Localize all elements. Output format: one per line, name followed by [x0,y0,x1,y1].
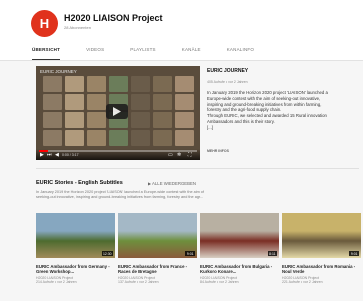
mosaic-tile [87,76,106,92]
description-line: [...] [207,124,213,130]
fullscreen-icon[interactable]: ⛶ [188,153,192,158]
featured-video-meta: 405 Aufrufe • vor 2 Jahren [207,80,248,84]
mosaic-tile [87,94,106,110]
video-duration: 9:01 [185,251,195,256]
tab-videos[interactable]: VIDEOS [86,42,104,59]
video-title[interactable]: EURIC Ambassador from Germany - Green Wo… [36,264,115,275]
mosaic-tile [87,130,106,146]
video-card[interactable]: 12:30 EURIC Ambassador from Germany - Gr… [36,213,115,285]
video-card[interactable]: 9:01 EURIC Ambassador from Romania - Nou… [282,213,361,285]
play-all-button[interactable]: ▶ ALLE WIEDERGEBEN [148,181,196,186]
video-meta: 84 Aufrufe • vor 2 Jahren [200,280,239,285]
play-button[interactable] [106,104,128,119]
mosaic-tile [131,76,150,92]
video-duration: 8:11 [267,251,277,256]
progress-bar[interactable] [39,150,197,152]
mosaic-tile [175,112,194,128]
channel-avatar[interactable]: H [31,10,58,37]
settings-icon[interactable]: ✲ [177,153,181,158]
video-meta: 221 Aufrufe • vor 2 Jahren [282,280,323,285]
playlist-description: In January 2019 the Horizon 2020 project… [36,190,356,201]
tab-channels[interactable]: KANÄLE [182,42,201,59]
mosaic-tile [43,130,62,146]
mosaic-tile [87,112,106,128]
channel-tabs: ÜBERSICHT VIDEOS PLAYLISTS KANÄLE KANALI… [32,42,280,60]
video-title[interactable]: EURIC Ambassador from Romania - Noul Ver… [282,264,361,275]
more-info-link[interactable]: MEHR INFOS [207,149,229,153]
skip-next-icon[interactable]: ⏭ [47,153,52,158]
mosaic-tile [43,76,62,92]
video-thumbnail[interactable]: 12:30 [36,213,115,258]
video-card[interactable]: 9:01 EURIC Ambassador from France - Race… [118,213,197,285]
video-thumbnail[interactable]: 9:01 [282,213,361,258]
mosaic-tile [43,112,62,128]
section-divider [36,168,359,169]
mosaic-tile [65,94,84,110]
playlist-title[interactable]: EURIC Stories - English Subtitles [36,180,123,186]
mosaic-tile [65,130,84,146]
pause-icon[interactable]: ▶ [40,153,44,158]
mosaic-tile [131,112,150,128]
mosaic-tile [175,76,194,92]
subscriber-count: 28 Abonnenten [64,25,91,30]
tab-about[interactable]: KANALINFO [227,42,254,59]
mosaic-tile [65,112,84,128]
tab-playlists[interactable]: PLAYLISTS [130,42,155,59]
play-all-label: ALLE WIEDERGEBEN [152,181,196,186]
channel-name[interactable]: H2020 LIAISON Project [64,13,163,23]
mosaic-tile [43,94,62,110]
mosaic-tile [175,130,194,146]
featured-video-player[interactable]: EURIC JOURNEY ▶ ⏭ ◀ 0:00 / 3:17 ▭ ✲ ⛶ [36,66,200,160]
play-icon [113,107,121,116]
featured-video-description: In January 2019 the Horizon 2020 project… [207,90,359,131]
video-title[interactable]: EURIC Ambassador from France - Races de … [118,264,197,275]
avatar-letter: H [39,16,50,31]
video-duration: 12:30 [101,251,113,256]
subtitles-icon[interactable]: ▭ [168,153,173,158]
video-thumbnail[interactable]: 9:01 [118,213,197,258]
mosaic-tile [131,130,150,146]
time-display: 0:00 / 3:17 [62,153,79,157]
player-controls: ▶ ⏭ ◀ 0:00 / 3:17 ▭ ✲ ⛶ [36,149,200,160]
player-overlay-title: EURIC JOURNEY [40,69,77,74]
mosaic-tile [153,76,172,92]
mosaic-tile [175,94,194,110]
video-duration: 9:01 [349,251,359,256]
tab-overview[interactable]: ÜBERSICHT [32,42,61,60]
mosaic-tile [65,76,84,92]
mosaic-tile [153,130,172,146]
video-title[interactable]: EURIC Ambassador from Bulgaria - Kurkoro… [200,264,279,275]
mosaic-tile [153,94,172,110]
playlist-description-line: seeking-out innovative, inspiring and gr… [36,195,204,200]
video-thumbnail[interactable]: 8:11 [200,213,279,258]
video-meta: 214 Aufrufe • vor 2 Jahren [36,280,77,285]
mosaic-tile [131,94,150,110]
mosaic-tile [153,112,172,128]
play-all-icon: ▶ [148,181,152,186]
mosaic-tile [109,76,128,92]
video-card[interactable]: 8:11 EURIC Ambassador from Bulgaria - Ku… [200,213,279,285]
mosaic-tile [109,130,128,146]
volume-icon[interactable]: ◀ [55,153,59,158]
featured-video-title[interactable]: EURIC JOURNEY [207,68,248,74]
video-meta: 137 Aufrufe • vor 2 Jahren [118,280,159,285]
channel-header: H H2020 LIAISON Project 28 Abonnenten [0,0,363,42]
